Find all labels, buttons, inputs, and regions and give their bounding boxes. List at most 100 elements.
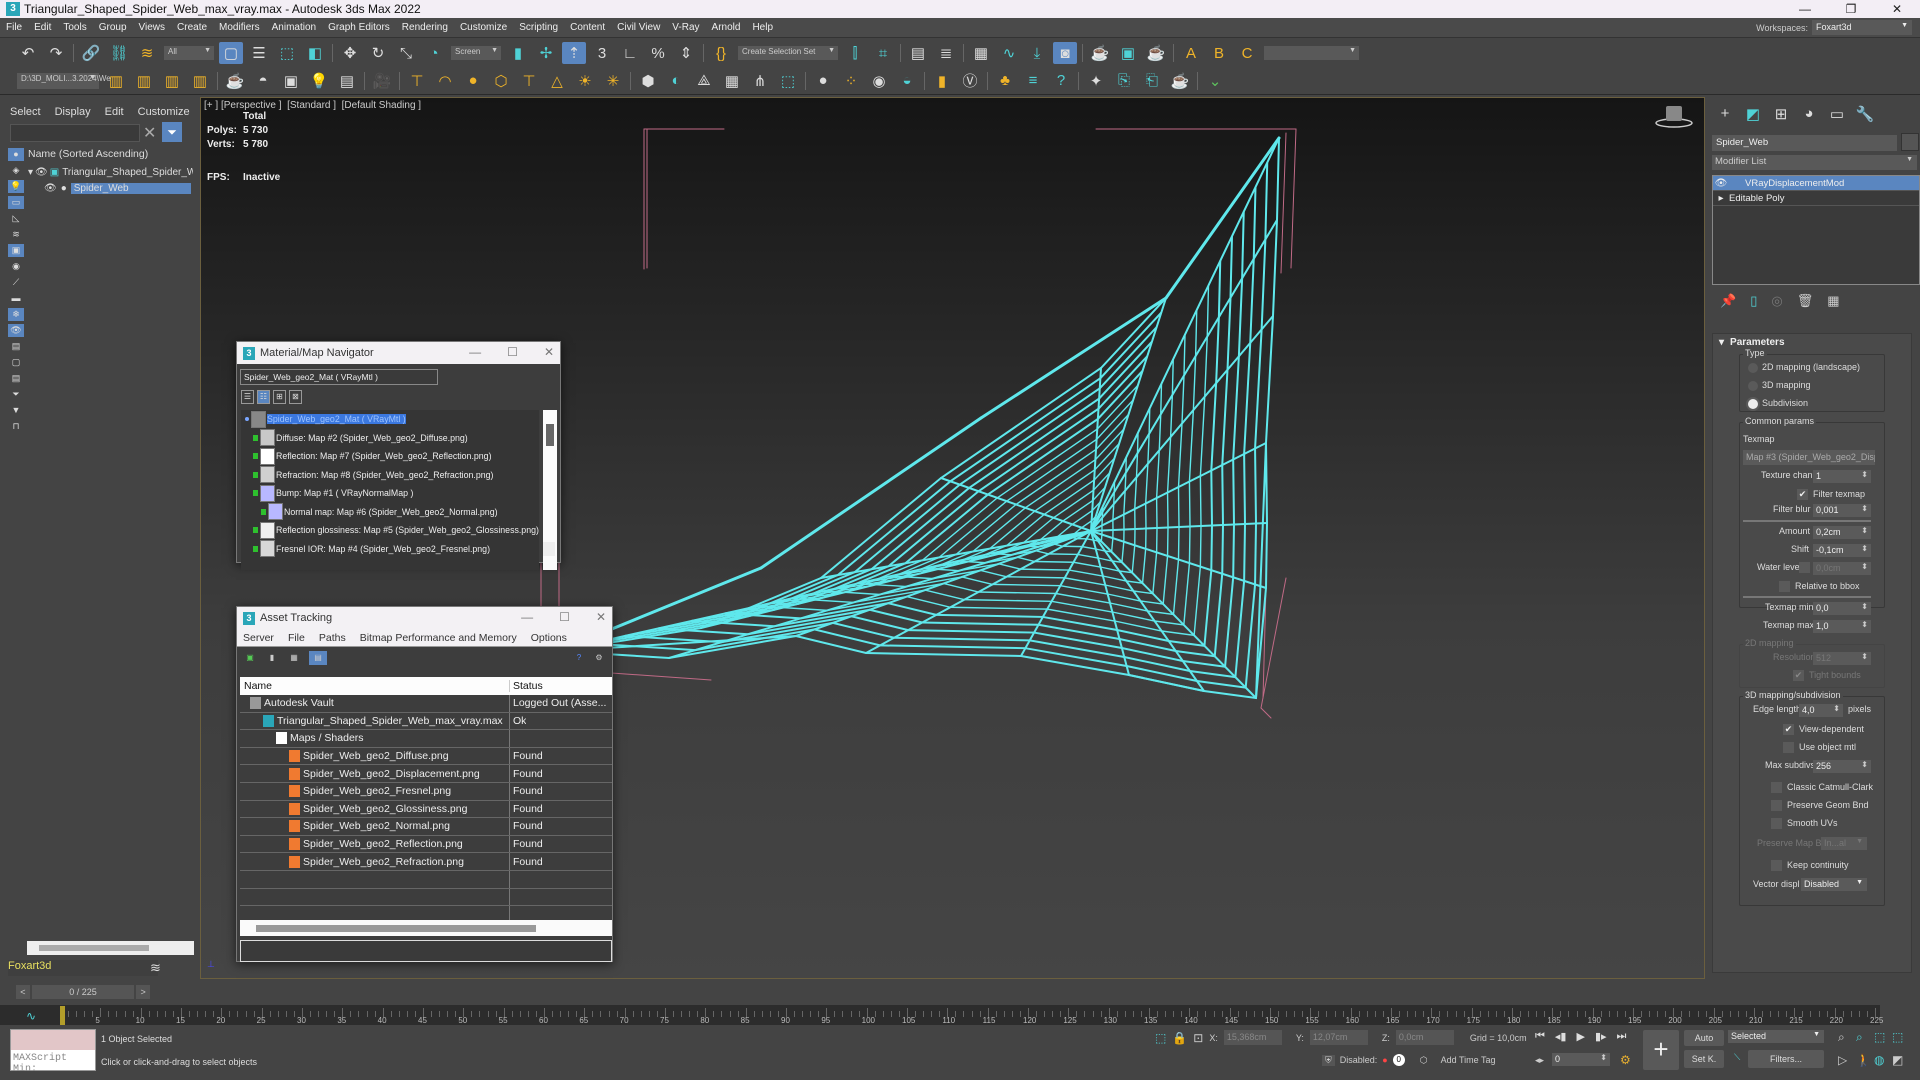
sphere-light-icon[interactable]: ●: [461, 70, 485, 92]
prev-frame-button[interactable]: <: [16, 985, 30, 999]
set-key-big-icon[interactable]: +: [1643, 1030, 1679, 1070]
filter-texmap-checkbox[interactable]: ✔ Filter texmap: [1797, 489, 1865, 501]
keyboard-shortcut-override-icon[interactable]: ⇡: [562, 42, 586, 64]
maximize-button[interactable]: ☐: [559, 610, 570, 624]
explorer-menu-edit[interactable]: Edit: [105, 106, 124, 118]
next-frame-button[interactable]: >: [136, 985, 150, 999]
spacewarps-filter-icon[interactable]: ≋: [8, 228, 24, 241]
asset-row[interactable]: Spider_Web_geo2_Glossiness.png Found: [240, 800, 612, 819]
material-editor-icon[interactable]: ◙: [1053, 42, 1077, 64]
frame-buffer-icon[interactable]: ▮: [930, 70, 954, 92]
asset-row[interactable]: Maps / Shaders: [240, 730, 612, 748]
chaos-icon[interactable]: ✦: [1084, 70, 1108, 92]
view-list-icons-icon[interactable]: ☷: [257, 390, 270, 404]
asset-row[interactable]: Autodesk Vault Logged Out (Asse...: [240, 695, 612, 713]
render-teapot-icon[interactable]: ☕: [1168, 70, 1192, 92]
radio-subdivision[interactable]: Subdivision: [1748, 398, 1808, 409]
relative-bbox-checkbox[interactable]: Relative to bbox: [1779, 581, 1860, 593]
make-unique-icon[interactable]: ◎: [1771, 293, 1782, 309]
dialog-titlebar[interactable]: 3 Material/Map Navigator — ☐ ✕: [237, 342, 560, 364]
select-manipulate-icon[interactable]: ✢: [534, 42, 558, 64]
stack-item[interactable]: 👁 VRayDisplacementMod: [1713, 176, 1919, 191]
mesh-light-icon[interactable]: ⬡: [489, 70, 513, 92]
visibility-eye-icon[interactable]: 👁: [44, 183, 57, 194]
maximize-button[interactable]: ☐: [507, 345, 518, 359]
placement-icon[interactable]: ◔: [422, 42, 446, 64]
multi-material-icon[interactable]: ⁘: [839, 70, 863, 92]
radio-3d-mapping[interactable]: 3D mapping: [1748, 380, 1811, 391]
expand-chevron-icon[interactable]: ⌄: [1203, 70, 1227, 92]
move-icon[interactable]: ✥: [338, 42, 362, 64]
radio-2d-mapping[interactable]: 2D mapping (landscape): [1748, 362, 1860, 373]
filter-icon-2[interactable]: ▼: [8, 404, 24, 417]
display-none-icon[interactable]: ▢: [8, 356, 24, 369]
pivot-center-icon[interactable]: ▮: [506, 42, 530, 64]
menu-edit[interactable]: Edit: [28, 22, 57, 33]
visibility-eye-icon[interactable]: 👁: [35, 167, 48, 178]
configure-sets-icon[interactable]: ▦: [1827, 293, 1839, 309]
asset-menu-paths[interactable]: Paths: [319, 632, 346, 644]
sky-icon[interactable]: ✳: [601, 70, 625, 92]
groups-filter-icon[interactable]: ▣: [8, 244, 24, 257]
vray-grass-icon[interactable]: ⋔: [748, 70, 772, 92]
align-icon[interactable]: ⌗: [871, 42, 895, 64]
forest-icon[interactable]: ♣: [993, 70, 1017, 92]
menu-modifiers[interactable]: Modifiers: [213, 22, 266, 33]
vray-material-icon[interactable]: ●: [811, 70, 835, 92]
vray-logo-icon[interactable]: Ⓥ: [958, 70, 982, 92]
scene-search-input[interactable]: [10, 124, 140, 142]
vray-proxy-icon[interactable]: ⬢: [636, 70, 660, 92]
project-folder-dropdown[interactable]: D:\3D_MOLI...3.2024\We: [17, 72, 111, 89]
asset-row[interactable]: Triangular_Shaped_Spider_Web_max_vray.ma…: [240, 712, 612, 731]
list-view-icon[interactable]: ▮: [265, 651, 279, 665]
curve-editor-icon[interactable]: ∿: [997, 42, 1021, 64]
asset-row[interactable]: [240, 870, 612, 889]
explorer-menu-display[interactable]: Display: [55, 106, 91, 118]
maxscript-output[interactable]: [11, 1030, 95, 1050]
tree-item[interactable]: ▾ 👁 ▣ Triangular_Shaped_Spider_We: [28, 164, 193, 180]
menu-help[interactable]: Help: [746, 22, 779, 33]
modifier-list-dropdown[interactable]: Modifier List: [1712, 155, 1917, 170]
asset-row[interactable]: Spider_Web_geo2_Refraction.png Found: [240, 853, 612, 871]
help-icon[interactable]: ?: [572, 651, 586, 665]
camera-doc-icon[interactable]: ▤: [335, 70, 359, 92]
expand-arrow-icon[interactable]: ▸: [1713, 193, 1729, 204]
object-name-field[interactable]: Spider_Web: [1712, 135, 1897, 151]
ies-light-icon[interactable]: ⊤: [517, 70, 541, 92]
render-production-icon[interactable]: ☕: [1144, 42, 1168, 64]
texture-chan-spinner[interactable]: 1: [1813, 470, 1871, 483]
helpers-filter-icon[interactable]: ◺: [8, 212, 24, 225]
bones-filter-icon[interactable]: ⟋: [8, 276, 24, 289]
viewcube-icon[interactable]: [1654, 102, 1694, 130]
pin-stack-icon[interactable]: 📌: [1720, 293, 1736, 309]
reference-coordinate-dropdown[interactable]: Screen: [451, 46, 501, 60]
go-to-start-icon[interactable]: ⏮: [1535, 1030, 1545, 1043]
material-tree-item[interactable]: Refraction: Map #8 (Spider_Web_geo2_Refr…: [241, 466, 539, 485]
hidden-filter-icon[interactable]: 👁: [8, 324, 24, 337]
rendered-frame-window-icon[interactable]: ▣: [1116, 42, 1140, 64]
menu-views[interactable]: Views: [133, 22, 172, 33]
water-level-spinner[interactable]: 0,0cm: [1813, 562, 1871, 575]
modify-tab-icon[interactable]: ◩: [1742, 105, 1764, 123]
asset-menu-bitmap-performance-and-memory[interactable]: Bitmap Performance and Memory: [360, 632, 517, 644]
asset-row[interactable]: Spider_Web_geo2_Reflection.png Found: [240, 835, 612, 854]
classic-catmull-checkbox[interactable]: Classic Catmull-Clark: [1771, 782, 1873, 794]
close-button[interactable]: ✕: [544, 345, 554, 359]
undo-icon[interactable]: ↶: [16, 42, 40, 64]
keep-continuity-checkbox[interactable]: Keep continuity: [1771, 860, 1849, 872]
close-button[interactable]: ✕: [596, 610, 606, 624]
material-tree-item[interactable]: Spider_Web_geo2_Mat ( VRayMtl ): [241, 410, 539, 429]
rotate-icon[interactable]: ↻: [366, 42, 390, 64]
resolution-spinner[interactable]: 512: [1813, 652, 1871, 665]
material-tree-item[interactable]: Bump: Map #1 ( VRayNormalMap ): [241, 484, 539, 503]
key-filter-dropdown[interactable]: Selected: [1728, 1030, 1824, 1043]
time-configuration-icon[interactable]: ⚙: [1620, 1053, 1631, 1067]
filter-icon[interactable]: ⏷: [162, 122, 182, 142]
z-coordinate-field[interactable]: 0,0cm: [1395, 1030, 1454, 1045]
menu-group[interactable]: Group: [93, 22, 133, 33]
horizontal-scrollbar[interactable]: [27, 941, 194, 955]
texmap-max-spinner[interactable]: 1,0: [1813, 620, 1871, 633]
c-icon[interactable]: C: [1235, 42, 1259, 64]
use-object-mtl-checkbox[interactable]: Use object mtl: [1783, 742, 1856, 754]
column-status[interactable]: Status: [510, 680, 543, 692]
